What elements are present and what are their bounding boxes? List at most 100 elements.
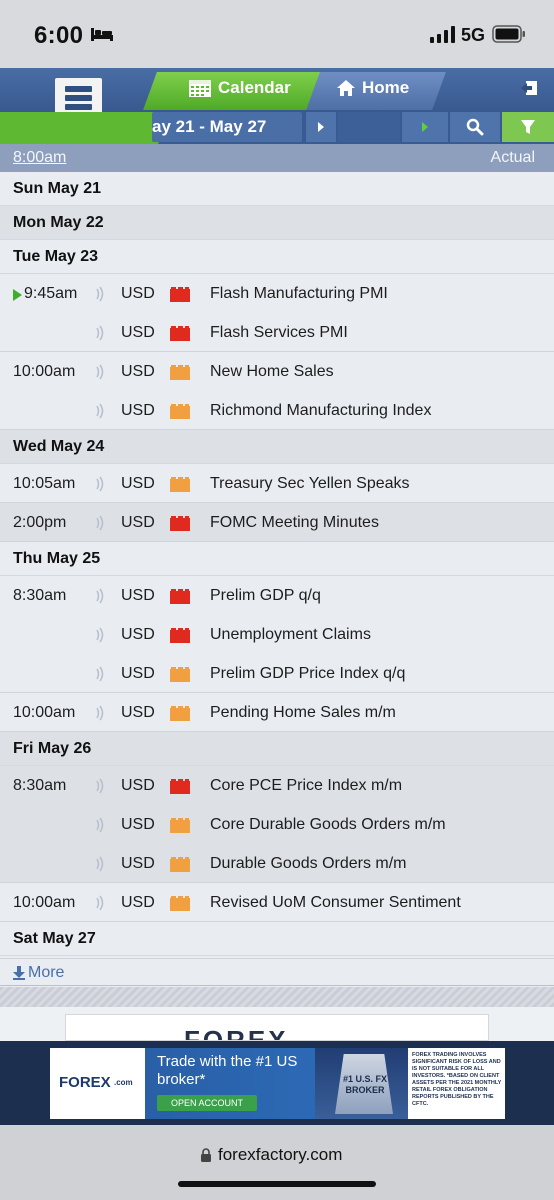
event-currency: USD xyxy=(121,324,155,341)
time-zone-link[interactable]: 8:00am xyxy=(13,149,66,167)
event-title[interactable]: Flash Manufacturing PMI xyxy=(210,285,464,303)
more-label[interactable]: More xyxy=(28,964,64,982)
ad-disclaimer-text: FOREX TRADING INVOLVES SIGNIFICANT RISK … xyxy=(412,1052,502,1107)
jump-to-now-button[interactable] xyxy=(402,112,448,142)
event-title[interactable]: Prelim GDP Price Index q/q xyxy=(210,665,464,683)
event-time: 2:00pm xyxy=(13,514,67,531)
ad-peek[interactable]: FOREX xyxy=(65,1014,489,1041)
event-title[interactable]: Pending Home Sales m/m xyxy=(210,704,464,722)
event-row[interactable]: USD Flash Services PMI xyxy=(0,313,554,352)
app-header: Calendar Home ay 21 - May 27 xyxy=(0,68,554,144)
event-title[interactable]: Core Durable Goods Orders m/m xyxy=(210,816,464,834)
ad-cta-button[interactable]: OPEN ACCOUNT xyxy=(157,1095,257,1111)
bed-icon xyxy=(91,28,113,41)
ad-logo-suffix: .com xyxy=(114,1078,133,1087)
event-row[interactable]: 10:00am USD Revised UoM Consumer Sentiment xyxy=(0,883,554,922)
event-row[interactable]: 10:00am USD Pending Home Sales m/m xyxy=(0,693,554,732)
event-currency: USD xyxy=(121,514,155,531)
day-label: Sun May 21 xyxy=(13,180,102,197)
actual-column-label: Actual xyxy=(490,149,535,166)
event-row[interactable]: 10:05am USD Treasury Sec Yellen Speaks xyxy=(0,464,554,503)
home-indicator[interactable] xyxy=(178,1181,376,1187)
event-row[interactable]: 9:45am USD Flash Manufacturing PMI xyxy=(0,274,554,313)
event-row[interactable]: USD Unemployment Claims xyxy=(0,615,554,654)
date-range-label[interactable]: ay 21 - May 27 xyxy=(152,117,266,137)
impact-folder-icon[interactable] xyxy=(170,589,190,604)
home-icon xyxy=(337,80,355,96)
event-row[interactable]: 2:00pm USD FOMC Meeting Minutes xyxy=(0,503,554,542)
event-row[interactable]: USD Prelim GDP Price Index q/q xyxy=(0,654,554,693)
impact-folder-icon[interactable] xyxy=(170,818,190,833)
browser-url-bar[interactable]: forexfactory.com xyxy=(0,1125,554,1200)
event-title[interactable]: Richmond Manufacturing Index xyxy=(210,402,464,420)
day-label: Wed May 24 xyxy=(13,438,105,455)
impact-folder-icon[interactable] xyxy=(170,628,190,643)
filter-icon xyxy=(521,120,535,134)
ad-main: Trade with the #1 US broker* OPEN ACCOUN… xyxy=(145,1048,315,1119)
event-row[interactable]: 10:00am USD New Home Sales xyxy=(0,352,554,391)
event-title[interactable]: Core PCE Price Index m/m xyxy=(210,777,464,795)
event-row[interactable]: USD Durable Goods Orders m/m xyxy=(0,844,554,883)
url-text[interactable]: forexfactory.com xyxy=(218,1145,342,1165)
chevron-right-icon xyxy=(318,122,324,132)
more-inner[interactable]: More xyxy=(13,964,64,982)
filter-button[interactable] xyxy=(502,112,554,142)
event-time: 10:00am xyxy=(13,363,76,380)
impact-folder-icon[interactable] xyxy=(170,706,190,721)
event-time: 10:00am xyxy=(13,704,76,721)
sound-wave-icon xyxy=(96,325,104,341)
column-header: 8:00am Actual xyxy=(0,144,554,172)
event-currency: USD xyxy=(121,363,155,380)
event-row[interactable]: 8:30am USD Core PCE Price Index m/m xyxy=(0,766,554,805)
tab-calendar[interactable]: Calendar xyxy=(188,78,291,98)
impact-folder-icon[interactable] xyxy=(170,857,190,872)
event-title[interactable]: Flash Services PMI xyxy=(210,324,464,342)
event-title[interactable]: Prelim GDP q/q xyxy=(210,587,464,605)
event-currency: USD xyxy=(121,704,155,721)
search-icon xyxy=(466,118,484,136)
event-currency: USD xyxy=(121,665,155,682)
calendar-icon xyxy=(189,80,211,97)
search-button[interactable] xyxy=(450,112,500,142)
impact-folder-icon[interactable] xyxy=(170,477,190,492)
event-title[interactable]: Treasury Sec Yellen Speaks xyxy=(210,475,464,493)
event-time: 10:05am xyxy=(13,475,76,492)
event-title[interactable]: Revised UoM Consumer Sentiment xyxy=(210,894,464,912)
event-title[interactable]: New Home Sales xyxy=(210,363,464,381)
impact-folder-icon[interactable] xyxy=(170,779,190,794)
more-button[interactable]: More xyxy=(0,958,554,986)
event-currency: USD xyxy=(121,402,155,419)
event-title[interactable]: FOMC Meeting Minutes xyxy=(210,514,464,532)
event-time: 10:00am xyxy=(13,894,76,911)
tab-home[interactable]: Home xyxy=(336,78,409,98)
sound-wave-icon xyxy=(96,895,104,911)
event-title[interactable]: Durable Goods Orders m/m xyxy=(210,855,464,873)
impact-folder-icon[interactable] xyxy=(170,365,190,380)
event-row[interactable]: USD Core Durable Goods Orders m/m xyxy=(0,805,554,844)
event-row[interactable]: 8:30am USD Prelim GDP q/q xyxy=(0,576,554,615)
impact-folder-icon[interactable] xyxy=(170,287,190,302)
event-title[interactable]: Unemployment Claims xyxy=(210,626,464,644)
day-label: Mon May 22 xyxy=(13,214,104,231)
sound-wave-icon xyxy=(96,817,104,833)
event-row[interactable]: USD Richmond Manufacturing Index xyxy=(0,391,554,430)
sound-wave-icon xyxy=(96,515,104,531)
sound-wave-icon xyxy=(96,286,104,302)
impact-folder-icon[interactable] xyxy=(170,896,190,911)
event-time: 9:45am xyxy=(24,285,78,302)
impact-folder-icon[interactable] xyxy=(170,667,190,682)
impact-folder-icon[interactable] xyxy=(170,516,190,531)
exit-icon[interactable] xyxy=(520,80,538,96)
ad-headline: Trade with the #1 US broker* xyxy=(157,1053,298,1088)
ad-disclaimer: FOREX TRADING INVOLVES SIGNIFICANT RISK … xyxy=(408,1048,505,1119)
day-header-fri: Fri May 26 xyxy=(0,732,554,766)
ad-logo-text: FOREX xyxy=(59,1074,111,1091)
ad-logo: FOREX .com xyxy=(50,1048,145,1119)
event-currency: USD xyxy=(121,475,155,492)
impact-folder-icon[interactable] xyxy=(170,326,190,341)
next-week-button[interactable] xyxy=(306,112,336,142)
banner-ad[interactable]: FOREX .com Trade with the #1 US broker* … xyxy=(50,1048,505,1119)
event-currency: USD xyxy=(121,587,155,604)
impact-folder-icon[interactable] xyxy=(170,404,190,419)
url-field[interactable]: forexfactory.com xyxy=(200,1145,342,1165)
